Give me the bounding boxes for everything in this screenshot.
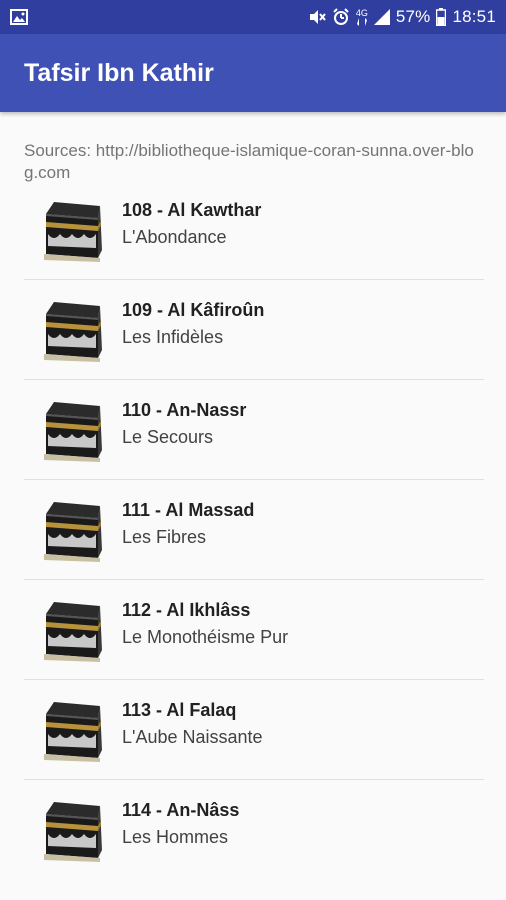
item-subtitle: Le Secours <box>122 427 214 447</box>
item-title: 114 - An-Nâss <box>122 800 240 820</box>
battery-icon <box>436 8 447 26</box>
app-bar: Tafsir Ibn Kathir <box>0 34 506 112</box>
item-subtitle: Le Monothéisme Pur <box>122 627 289 647</box>
item-subtitle: Les Fibres <box>122 527 207 547</box>
kaaba-icon <box>40 396 104 462</box>
item-text: 113 - Al Falaq L'Aube Naissante <box>122 698 263 749</box>
network-4g-icon: 4G <box>356 8 368 26</box>
list-item[interactable]: 114 - An-Nâss Les Hommes <box>24 780 484 880</box>
kaaba-icon <box>40 196 104 262</box>
item-title: 109 - Al Kâfiroûn <box>122 300 265 320</box>
kaaba-icon <box>40 796 104 862</box>
image-notification-icon <box>10 9 28 25</box>
list-item[interactable]: 111 - Al Massad Les Fibres <box>24 480 484 580</box>
item-subtitle: L'Abondance <box>122 227 227 247</box>
item-title: 113 - Al Falaq <box>122 700 237 720</box>
item-title: 108 - Al Kawthar <box>122 200 262 220</box>
item-title: 110 - An-Nassr <box>122 400 247 420</box>
item-subtitle: Les Infidèles <box>122 327 224 347</box>
list-item[interactable]: 113 - Al Falaq L'Aube Naissante <box>24 680 484 780</box>
status-bar: 4G 57% 18:51 <box>0 0 506 34</box>
list-item[interactable]: 109 - Al Kâfiroûn Les Infidèles <box>24 280 484 380</box>
item-title: 112 - Al Ikhlâss <box>122 600 251 620</box>
item-text: 110 - An-Nassr Le Secours <box>122 398 246 449</box>
sources-text: Sources: http://bibliotheque-islamique-c… <box>24 141 474 182</box>
item-text: 108 - Al Kawthar L'Abondance <box>122 198 261 249</box>
item-title: 111 - Al Massad <box>122 500 255 520</box>
battery-percent: 57% <box>395 7 431 26</box>
kaaba-icon <box>40 596 104 662</box>
alarm-icon <box>332 8 350 26</box>
kaaba-icon <box>40 296 104 362</box>
item-subtitle: L'Aube Naissante <box>122 727 263 747</box>
surah-list: 108 - Al Kawthar L'Abondance 109 - Al Kâ… <box>24 180 484 880</box>
item-text: 109 - Al Kâfiroûn Les Infidèles <box>122 298 264 349</box>
list-item[interactable]: 108 - Al Kawthar L'Abondance <box>24 180 484 280</box>
item-text: 111 - Al Massad Les Fibres <box>122 498 254 549</box>
item-subtitle: Les Hommes <box>122 827 229 847</box>
app-title: Tafsir Ibn Kathir <box>24 58 214 87</box>
clock: 18:51 <box>452 7 496 26</box>
list-item[interactable]: 110 - An-Nassr Le Secours <box>24 380 484 480</box>
list-item[interactable]: 112 - Al Ikhlâss Le Monothéisme Pur <box>24 580 484 680</box>
signal-icon <box>373 9 390 25</box>
item-text: 114 - An-Nâss Les Hommes <box>122 798 239 849</box>
mute-icon <box>308 8 326 26</box>
kaaba-icon <box>40 496 104 562</box>
item-text: 112 - Al Ikhlâss Le Monothéisme Pur <box>122 598 288 649</box>
kaaba-icon <box>40 696 104 762</box>
